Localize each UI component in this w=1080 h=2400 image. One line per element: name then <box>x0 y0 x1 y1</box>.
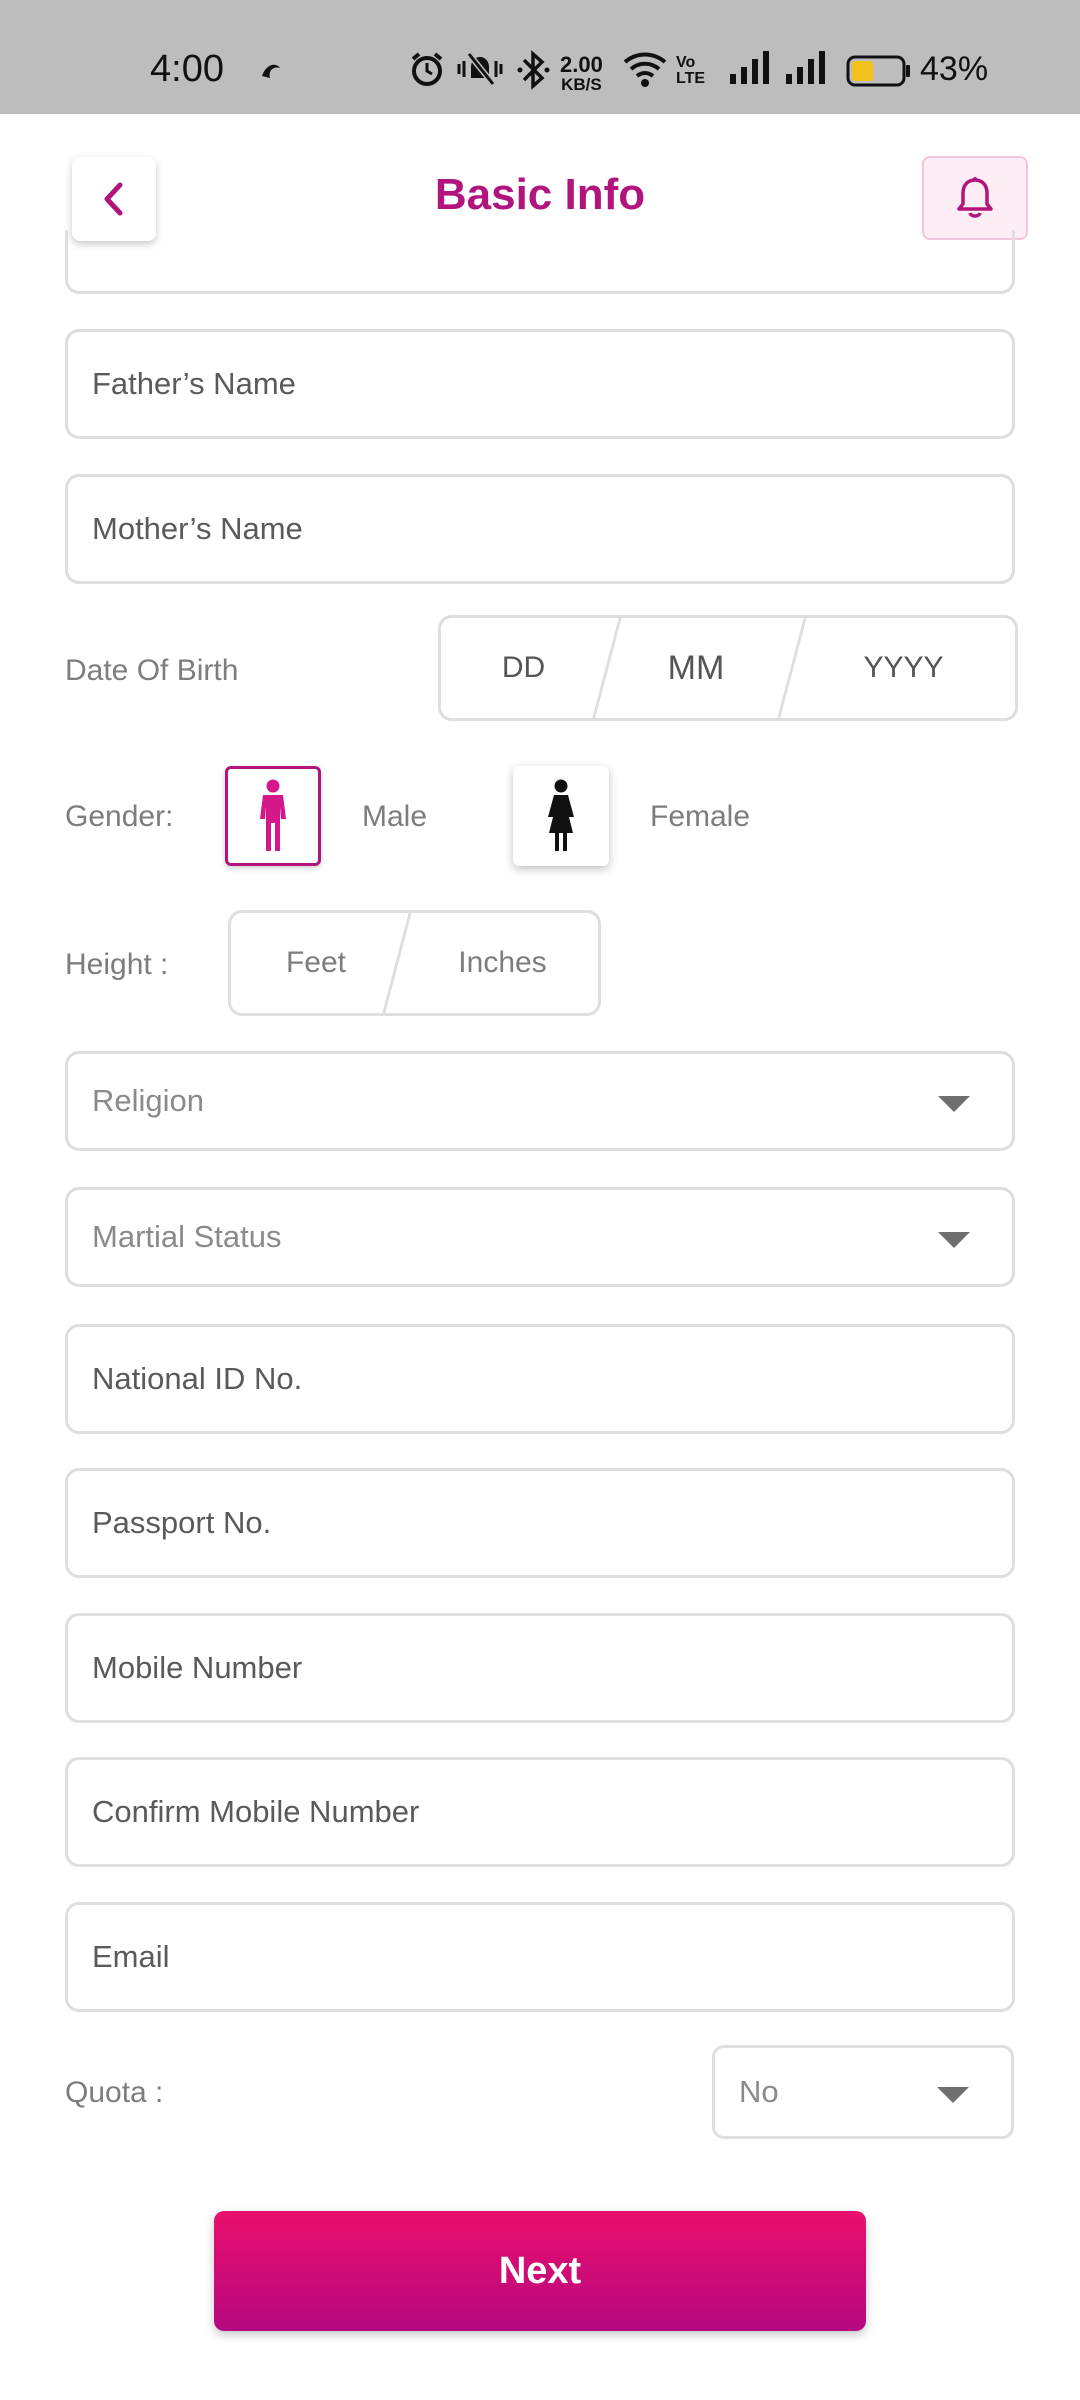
height-input-group: Feet Inches <box>228 910 601 1016</box>
battery-percentage: 43% <box>920 50 989 88</box>
quota-select[interactable]: No <box>712 2045 1014 2139</box>
passport-field[interactable] <box>65 1468 1015 1578</box>
scrolled-field-edge <box>65 230 1015 294</box>
chevron-down-icon <box>937 2087 969 2103</box>
height-label: Height : <box>65 948 169 981</box>
dob-year-input[interactable]: YYYY <box>786 618 1015 718</box>
fathers-name-field[interactable] <box>65 329 1015 439</box>
national-id-field[interactable] <box>65 1324 1015 1434</box>
wifi-icon <box>622 50 668 93</box>
gender-female-button[interactable] <box>513 766 609 866</box>
quota-select-value: No <box>739 2074 779 2109</box>
religion-select[interactable]: Religion <box>65 1051 1015 1151</box>
bluetooth-icon <box>516 50 552 95</box>
alarm-icon <box>408 50 446 93</box>
network-speed: 2.00 KB/S <box>560 52 603 94</box>
confirm-mobile-input[interactable] <box>68 1760 1012 1864</box>
mobile-number-field[interactable] <box>65 1613 1015 1723</box>
mobile-number-input[interactable] <box>68 1616 1012 1720</box>
gender-female-label: Female <box>650 800 751 833</box>
religion-select-text: Religion <box>92 1083 205 1118</box>
marital-status-select[interactable]: Martial Status <box>65 1187 1015 1287</box>
signal-icon <box>728 50 774 91</box>
marital-status-select-text: Martial Status <box>92 1219 282 1254</box>
dob-input-group: DD MM YYYY <box>438 615 1018 721</box>
mothers-name-input[interactable] <box>68 477 1012 581</box>
signal-icon <box>784 50 830 91</box>
gender-male-label: Male <box>362 800 428 833</box>
quota-label: Quota : <box>65 2076 164 2109</box>
fathers-name-input[interactable] <box>68 332 1012 436</box>
confirm-mobile-field[interactable] <box>65 1757 1015 1867</box>
national-id-input[interactable] <box>68 1327 1012 1431</box>
status-time: 4:00 <box>150 48 224 90</box>
gender-label: Gender: <box>65 800 174 833</box>
mothers-name-field[interactable] <box>65 474 1015 584</box>
dob-label: Date Of Birth <box>65 654 239 687</box>
notification-button[interactable] <box>922 156 1028 240</box>
dob-month-input[interactable]: MM <box>606 618 786 718</box>
bell-icon <box>957 177 993 218</box>
mute-vibrate-icon <box>455 50 505 93</box>
snapchat-icon <box>256 56 286 91</box>
email-field[interactable] <box>65 1902 1015 2012</box>
email-input[interactable] <box>68 1905 1012 2009</box>
next-button[interactable]: Next <box>214 2211 866 2331</box>
battery-icon <box>846 55 912 92</box>
passport-input[interactable] <box>68 1471 1012 1575</box>
chevron-down-icon <box>938 1096 970 1112</box>
status-bar: 4:00 2.00 KB/S Vo LTE 43% <box>0 0 1080 114</box>
page-title: Basic Info <box>434 170 646 219</box>
volte-indicator: Vo LTE <box>676 54 706 87</box>
male-figure-icon <box>260 779 286 851</box>
female-figure-icon <box>548 779 574 851</box>
gender-male-button[interactable] <box>225 766 321 866</box>
chevron-down-icon <box>938 1232 970 1248</box>
height-inches-input[interactable]: Inches <box>401 913 598 1013</box>
